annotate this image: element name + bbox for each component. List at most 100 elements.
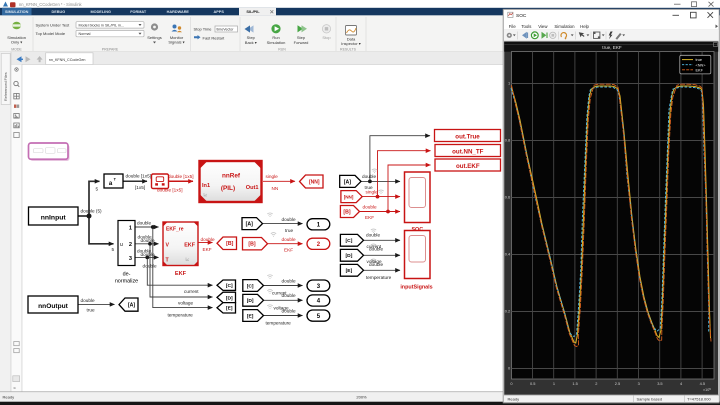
svg-text:double: double bbox=[282, 217, 296, 222]
svg-text:In1: In1 bbox=[202, 183, 210, 189]
svg-text:Top Model Mode: Top Model Mode bbox=[36, 31, 66, 36]
svg-text:<NN>: <NN> bbox=[696, 63, 707, 67]
svg-text:EKF: EKF bbox=[203, 247, 212, 252]
svg-text:[A]: [A] bbox=[128, 303, 135, 309]
svg-text:APPS: APPS bbox=[214, 10, 225, 14]
svg-text:[NN]: [NN] bbox=[309, 179, 320, 185]
svg-text:[B]: [B] bbox=[226, 241, 233, 247]
svg-text:double: double bbox=[141, 238, 155, 243]
svg-text:2: 2 bbox=[129, 242, 132, 248]
svg-text:Out1: Out1 bbox=[246, 185, 259, 191]
svg-text:2: 2 bbox=[595, 381, 597, 386]
svg-text:[A]: [A] bbox=[344, 179, 351, 185]
svg-text:MODELING: MODELING bbox=[90, 10, 111, 14]
svg-text:Ready: Ready bbox=[3, 395, 15, 400]
svg-text:temperature: temperature bbox=[366, 275, 392, 280]
svg-text:Stop: Stop bbox=[322, 35, 331, 40]
svg-text:NN: NN bbox=[272, 186, 279, 191]
svg-text:1.5: 1.5 bbox=[572, 381, 577, 386]
svg-text:[C]: [C] bbox=[226, 283, 233, 289]
svg-text:current: current bbox=[184, 289, 199, 294]
svg-text:[D]: [D] bbox=[247, 298, 254, 304]
svg-text:[NN]: [NN] bbox=[344, 195, 354, 200]
svg-text:[A]: [A] bbox=[246, 222, 253, 228]
svg-text:temperature: temperature bbox=[168, 313, 194, 318]
svg-text:out.EKF: out.EKF bbox=[456, 163, 480, 170]
svg-text:double: double bbox=[282, 308, 296, 313]
svg-text:EKF_re: EKF_re bbox=[166, 227, 184, 233]
svg-text:RUN: RUN bbox=[278, 48, 286, 52]
svg-text:5: 5 bbox=[96, 187, 99, 192]
svg-text:1: 1 bbox=[553, 381, 555, 386]
svg-text:[1x5]: [1x5] bbox=[135, 185, 145, 190]
svg-text:nn_KFNN_CCodeGen * - Simulink: nn_KFNN_CCodeGen * - Simulink bbox=[19, 2, 83, 7]
svg-text:Help: Help bbox=[580, 24, 589, 29]
svg-text:MODE: MODE bbox=[11, 48, 22, 52]
svg-text:[D]: [D] bbox=[226, 295, 233, 301]
svg-text:4.5: 4.5 bbox=[700, 381, 705, 386]
svg-text:Simulation: Simulation bbox=[554, 24, 575, 29]
svg-text:double: double bbox=[81, 298, 95, 303]
svg-text:[E]: [E] bbox=[247, 313, 254, 319]
svg-text:3: 3 bbox=[129, 256, 132, 262]
svg-text:EKF: EKF bbox=[175, 271, 187, 277]
svg-text:SIMULATION: SIMULATION bbox=[5, 10, 29, 14]
svg-text:double: double bbox=[201, 237, 215, 242]
svg-text:double: double bbox=[363, 204, 377, 209]
svg-text:EKF: EKF bbox=[284, 248, 293, 253]
svg-text:0.4: 0.4 bbox=[505, 252, 511, 257]
svg-text:double: double bbox=[362, 174, 376, 179]
svg-text:1: 1 bbox=[129, 226, 132, 232]
svg-text:double: double bbox=[366, 233, 380, 238]
svg-text:double: double bbox=[369, 262, 383, 267]
svg-text:3.5: 3.5 bbox=[657, 381, 662, 386]
svg-text:nnRef: nnRef bbox=[222, 173, 241, 180]
svg-text:inputSignals: inputSignals bbox=[400, 284, 432, 290]
svg-text:out.NN_TF: out.NN_TF bbox=[452, 149, 483, 156]
svg-text:Back ▾: Back ▾ bbox=[245, 40, 257, 45]
svg-text:Stop Time: Stop Time bbox=[194, 27, 213, 32]
svg-text:Ready: Ready bbox=[508, 396, 520, 401]
svg-text:T=47518.000: T=47518.000 bbox=[687, 396, 711, 401]
svg-text:temperature: temperature bbox=[266, 320, 292, 325]
svg-text:Settings: Settings bbox=[147, 35, 161, 40]
svg-text:2.5: 2.5 bbox=[615, 381, 620, 386]
svg-text:Fast Restart: Fast Restart bbox=[203, 35, 226, 40]
svg-text:double (5): double (5) bbox=[81, 209, 103, 214]
svg-text:(PIL): (PIL) bbox=[221, 185, 235, 192]
svg-text:out.True: out.True bbox=[455, 134, 480, 141]
svg-text:View: View bbox=[538, 24, 548, 29]
svg-text:0.6: 0.6 bbox=[505, 195, 510, 200]
svg-text:nnOutput: nnOutput bbox=[38, 303, 68, 310]
svg-text:timeVector: timeVector bbox=[217, 28, 235, 32]
svg-text:FORMAT: FORMAT bbox=[130, 10, 147, 14]
svg-text:HARDWARE: HARDWARE bbox=[167, 10, 190, 14]
svg-text:double [1x5]: double [1x5] bbox=[126, 174, 152, 179]
svg-text:0.2: 0.2 bbox=[505, 309, 510, 314]
svg-text:EKF: EKF bbox=[365, 215, 374, 220]
svg-text:single: single bbox=[366, 189, 379, 194]
svg-text:0.5: 0.5 bbox=[530, 381, 535, 386]
svg-text:double: double bbox=[141, 252, 155, 257]
svg-text:double: double bbox=[282, 237, 296, 242]
svg-text:[E]: [E] bbox=[346, 268, 353, 274]
svg-text:true: true bbox=[696, 58, 703, 62]
svg-text:Only ▾: Only ▾ bbox=[11, 40, 22, 45]
svg-text:»: » bbox=[13, 386, 16, 391]
svg-text:Tools: Tools bbox=[521, 24, 531, 29]
svg-text:System Under Test: System Under Test bbox=[36, 23, 71, 28]
svg-text:double: double bbox=[137, 221, 151, 226]
svg-text:Forward: Forward bbox=[294, 40, 309, 45]
svg-text:voltage: voltage bbox=[178, 300, 194, 305]
svg-text:RESULTS: RESULTS bbox=[340, 48, 357, 52]
svg-text:[D]: [D] bbox=[346, 253, 353, 259]
svg-text:nnInput: nnInput bbox=[41, 215, 67, 222]
svg-text:de-: de- bbox=[123, 272, 131, 278]
svg-text:5: 5 bbox=[112, 247, 115, 252]
svg-text:Signals ▾: Signals ▾ bbox=[168, 40, 184, 45]
svg-text:Referenced Files: Referenced Files bbox=[4, 72, 8, 101]
svg-text:double: double bbox=[282, 278, 296, 283]
svg-text:3: 3 bbox=[638, 381, 640, 386]
svg-text:EKF: EKF bbox=[696, 68, 704, 72]
svg-text:[B]: [B] bbox=[248, 242, 255, 248]
